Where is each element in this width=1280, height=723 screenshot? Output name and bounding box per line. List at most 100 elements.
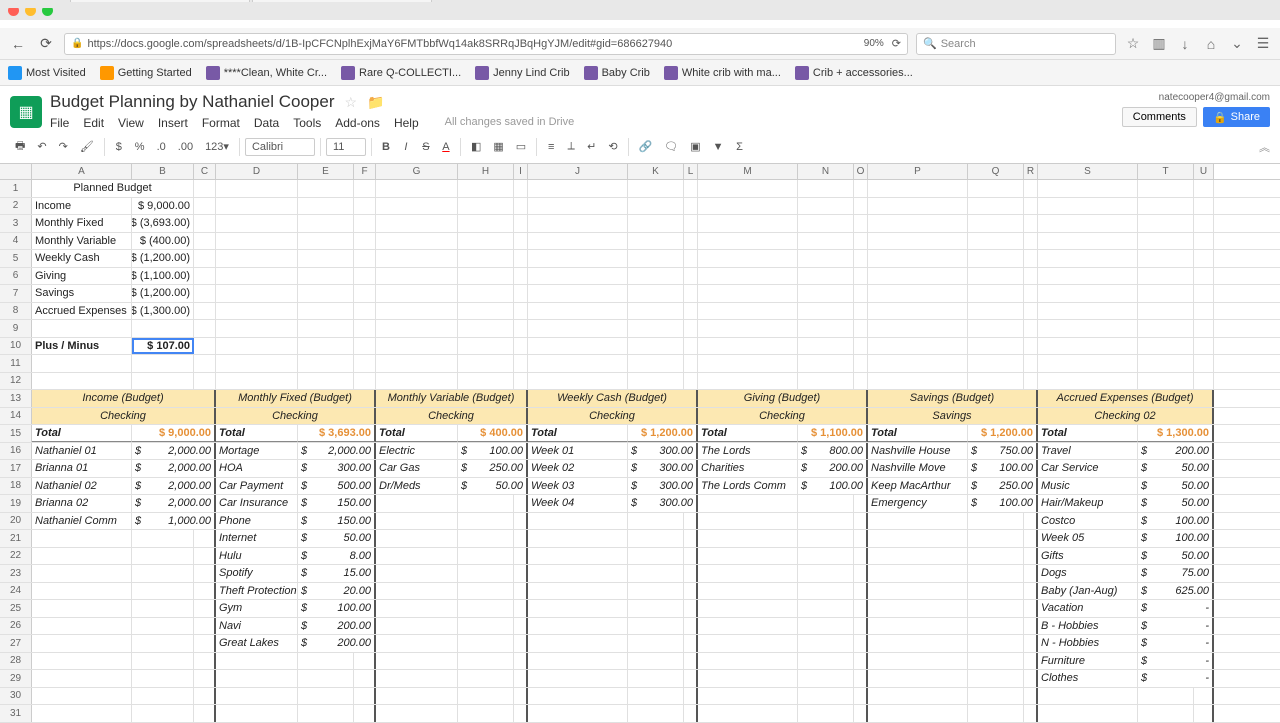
cell[interactable]	[628, 355, 684, 372]
cell[interactable]	[354, 215, 376, 232]
cell[interactable]	[1024, 320, 1038, 337]
cell[interactable]: Nathaniel Comm	[32, 513, 132, 530]
cell[interactable]	[132, 583, 194, 600]
cell[interactable]	[798, 653, 854, 670]
cell[interactable]	[354, 338, 376, 355]
cell[interactable]	[1024, 268, 1038, 285]
cell[interactable]: $750.00	[968, 443, 1038, 460]
cell[interactable]	[132, 635, 194, 652]
cell[interactable]	[854, 495, 868, 512]
bookmark-item[interactable]: White crib with ma...	[664, 66, 781, 80]
cell[interactable]	[354, 250, 376, 267]
row-header[interactable]: 18	[0, 478, 32, 495]
cell[interactable]	[194, 530, 216, 547]
cell[interactable]	[854, 215, 868, 232]
cell[interactable]	[968, 268, 1024, 285]
cell[interactable]	[132, 688, 194, 705]
column-header[interactable]: T	[1138, 164, 1194, 179]
cell[interactable]: Nashville House	[868, 443, 968, 460]
cell[interactable]	[32, 705, 132, 722]
cell[interactable]	[968, 705, 1024, 722]
cell[interactable]	[376, 233, 458, 250]
cell[interactable]	[798, 285, 854, 302]
cell[interactable]	[132, 530, 194, 547]
cell[interactable]	[684, 198, 698, 215]
cell[interactable]	[968, 338, 1024, 355]
cell[interactable]	[216, 215, 298, 232]
cell[interactable]: Baby (Jan-Aug)	[1038, 583, 1138, 600]
cell[interactable]	[514, 600, 528, 617]
cell[interactable]: Monthly Variable	[32, 233, 132, 250]
cell[interactable]	[1194, 373, 1214, 390]
cell[interactable]: Keep MacArthur	[868, 478, 968, 495]
cell[interactable]	[376, 198, 458, 215]
cell[interactable]: Theft Protection	[216, 583, 298, 600]
cell[interactable]: Car Insurance	[216, 495, 298, 512]
cell[interactable]	[628, 530, 684, 547]
cell[interactable]	[968, 285, 1024, 302]
cell[interactable]	[458, 355, 514, 372]
cell[interactable]	[376, 495, 458, 512]
cell[interactable]	[698, 268, 798, 285]
cell[interactable]	[868, 268, 968, 285]
cell[interactable]	[798, 320, 854, 337]
cell[interactable]	[514, 320, 528, 337]
row-header[interactable]: 4	[0, 233, 32, 250]
cell[interactable]	[684, 583, 698, 600]
cell[interactable]: $50.00	[458, 478, 528, 495]
column-header[interactable]: G	[376, 164, 458, 179]
cell[interactable]	[854, 285, 868, 302]
menu-item[interactable]: Tools	[293, 116, 321, 130]
cell[interactable]: Spotify	[216, 565, 298, 582]
cell[interactable]	[1038, 233, 1138, 250]
cell[interactable]	[458, 653, 514, 670]
cell[interactable]	[1024, 635, 1038, 652]
cell[interactable]	[32, 355, 132, 372]
cell[interactable]	[798, 705, 854, 722]
cell[interactable]: HOA	[216, 460, 298, 477]
cell[interactable]	[868, 705, 968, 722]
cell[interactable]	[684, 285, 698, 302]
cell[interactable]	[854, 513, 868, 530]
row-header[interactable]: 13	[0, 390, 32, 407]
cell[interactable]	[298, 215, 354, 232]
comment-button[interactable]: 🗨	[659, 137, 683, 156]
cell[interactable]	[698, 198, 798, 215]
cell[interactable]	[684, 250, 698, 267]
cell[interactable]: Weekly Cash	[32, 250, 132, 267]
cell[interactable]	[354, 373, 376, 390]
row-header[interactable]: 27	[0, 635, 32, 652]
cell[interactable]	[458, 705, 514, 722]
row-header[interactable]: 10	[0, 338, 32, 355]
cell[interactable]: $ 1,300.00	[1138, 425, 1214, 442]
cell[interactable]	[354, 303, 376, 320]
cell[interactable]	[298, 373, 354, 390]
column-header[interactable]: N	[798, 164, 854, 179]
cell[interactable]	[628, 215, 684, 232]
column-header[interactable]: A	[32, 164, 132, 179]
cell[interactable]	[216, 303, 298, 320]
chart-button[interactable]: ▣	[685, 137, 705, 156]
cell[interactable]	[1194, 320, 1214, 337]
cell[interactable]	[194, 635, 216, 652]
cell[interactable]	[628, 338, 684, 355]
cell[interactable]	[216, 198, 298, 215]
cell[interactable]	[458, 180, 514, 197]
merge-button[interactable]: ▭	[511, 137, 531, 156]
cell[interactable]	[854, 618, 868, 635]
cell[interactable]	[32, 618, 132, 635]
cell[interactable]: Checking	[698, 408, 868, 425]
cell[interactable]: Car Gas	[376, 460, 458, 477]
cell[interactable]: $ 1,200.00	[628, 425, 698, 442]
cell[interactable]	[628, 548, 684, 565]
cell[interactable]	[528, 320, 628, 337]
cell[interactable]: $15.00	[298, 565, 376, 582]
cell[interactable]	[194, 653, 216, 670]
cell[interactable]: The Lords Comm	[698, 478, 798, 495]
cell[interactable]: $ 400.00	[458, 425, 528, 442]
cell[interactable]: Nashville Move	[868, 460, 968, 477]
cell[interactable]	[868, 670, 968, 687]
cell[interactable]: $625.00	[1138, 583, 1214, 600]
cell[interactable]	[458, 565, 514, 582]
cell[interactable]	[194, 198, 216, 215]
